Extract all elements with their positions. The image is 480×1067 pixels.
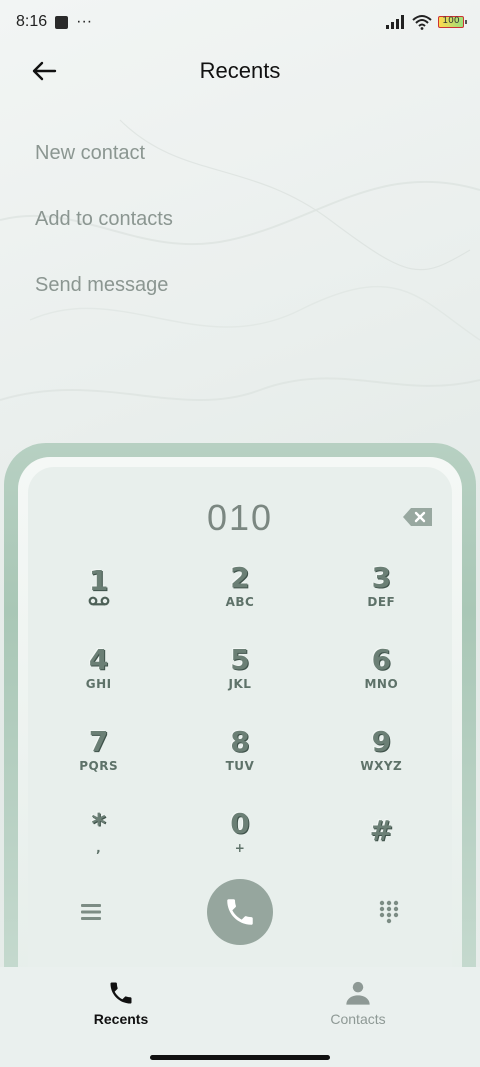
key-digit: # (369, 814, 394, 847)
dialpad-frame: 010 1 2 ABC 3 DEF 4 GHI 5 JKL 6 MNO 7 PQ… (4, 443, 476, 1003)
call-button[interactable] (206, 879, 273, 945)
battery-icon: 100 (438, 16, 467, 28)
key-0[interactable]: 0 + (169, 791, 310, 873)
keypad: 1 2 ABC 3 DEF 4 GHI 5 JKL 6 MNO 7 PQRS 8… (28, 545, 452, 873)
notification-icon (55, 15, 69, 29)
phone-icon (110, 982, 132, 1004)
back-arrow-icon (32, 61, 57, 81)
dialpad: 010 1 2 ABC 3 DEF 4 GHI 5 JKL 6 MNO 7 PQ… (28, 467, 452, 1003)
nav-contacts-label: Contacts (330, 1011, 386, 1027)
key-letters: WXYZ (360, 759, 403, 773)
key-digit: 6 (371, 643, 392, 676)
key-4[interactable]: 4 GHI (28, 627, 169, 709)
nav-contacts[interactable]: Contacts (298, 979, 418, 1027)
add-to-contacts-item[interactable]: Add to contacts (35, 186, 173, 252)
dialpad-ring: 010 1 2 ABC 3 DEF 4 GHI 5 JKL 6 MNO 7 PQ… (18, 457, 462, 1003)
key-9[interactable]: 9 WXYZ (311, 709, 452, 791)
status-bar: 8:16 ··· 100 (0, 0, 480, 44)
menu-icon[interactable] (80, 902, 102, 922)
key-digit: 5 (230, 643, 250, 676)
key-digit: 9 (371, 725, 392, 758)
voicemail-icon (88, 596, 110, 606)
send-message-item[interactable]: Send message (35, 252, 173, 318)
key-letters: PQRS (79, 759, 119, 773)
nav-recents[interactable]: Recents (61, 979, 181, 1027)
key-letters: JKL (228, 677, 252, 691)
header: Recents (0, 44, 480, 98)
bottom-nav: Recents Contacts (0, 967, 480, 1067)
person-icon (346, 981, 370, 1005)
phone-icon (227, 899, 253, 925)
nav-recents-label: Recents (93, 1011, 149, 1027)
key-digit: 1 (88, 564, 109, 597)
back-button[interactable] (24, 56, 64, 86)
key-letters: + (234, 841, 246, 855)
key-digit: 2 (230, 561, 250, 594)
more-notifications-icon: ··· (76, 13, 93, 30)
dialpad-icon[interactable] (378, 899, 400, 925)
home-indicator[interactable] (150, 1055, 330, 1060)
key-2[interactable]: 2 ABC (169, 545, 310, 627)
key-letters: TUV (225, 759, 255, 773)
key-letters: ABC (225, 595, 255, 609)
key-8[interactable]: 8 TUV (169, 709, 310, 791)
page-title: Recents (199, 58, 281, 83)
key-1[interactable]: 1 (28, 545, 169, 627)
signal-icon (386, 15, 404, 29)
key-letters: GHI (85, 677, 112, 691)
key-letters: DEF (367, 595, 396, 609)
action-menu: New contact Add to contacts Send message (35, 120, 173, 318)
backspace-icon[interactable] (402, 507, 434, 527)
key-3[interactable]: 3 DEF (311, 545, 452, 627)
key-5[interactable]: 5 JKL (169, 627, 310, 709)
dialpad-actions (28, 879, 452, 945)
key-letters: , (96, 841, 102, 855)
dialed-number: 010 (206, 497, 274, 538)
key-star[interactable]: * , (28, 791, 169, 873)
key-digit: 8 (230, 725, 250, 758)
key-digit: 3 (371, 561, 392, 594)
new-contact-item[interactable]: New contact (35, 120, 173, 186)
key-letters: MNO (364, 677, 399, 691)
key-digit: 7 (88, 725, 109, 758)
status-time: 8:16 (16, 13, 48, 30)
key-7[interactable]: 7 PQRS (28, 709, 169, 791)
key-hash[interactable]: # (311, 791, 452, 873)
key-digit: * (91, 807, 106, 840)
key-6[interactable]: 6 MNO (311, 627, 452, 709)
wifi-icon (412, 15, 432, 30)
key-digit: 0 (230, 807, 250, 840)
key-digit: 4 (88, 643, 109, 676)
